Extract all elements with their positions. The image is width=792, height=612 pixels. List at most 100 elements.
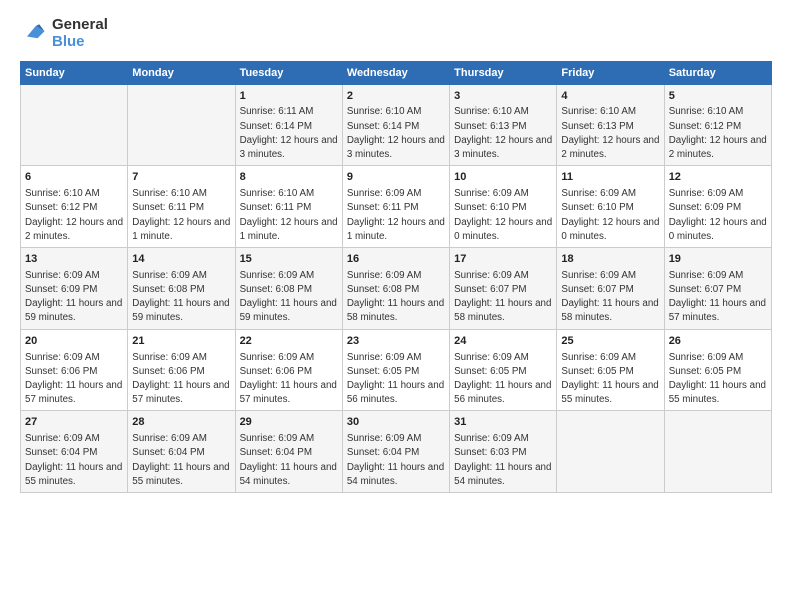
day-cell: 24 Sunrise: 6:09 AM Sunset: 6:05 PM Dayli… xyxy=(450,329,557,411)
day-detail: Sunrise: 6:09 AM Sunset: 6:05 PM Dayligh… xyxy=(347,352,444,406)
day-number: 24 xyxy=(454,334,552,349)
day-detail: Sunrise: 6:09 AM Sunset: 6:04 PM Dayligh… xyxy=(347,433,444,487)
day-detail: Sunrise: 6:09 AM Sunset: 6:03 PM Dayligh… xyxy=(454,433,551,487)
day-cell: 16 Sunrise: 6:09 AM Sunset: 6:08 PM Dayli… xyxy=(342,247,449,329)
header-row: General Blue xyxy=(20,16,772,51)
column-header-sunday: Sunday xyxy=(21,61,128,84)
day-detail: Sunrise: 6:09 AM Sunset: 6:07 PM Dayligh… xyxy=(561,270,658,324)
day-cell: 23 Sunrise: 6:09 AM Sunset: 6:05 PM Dayli… xyxy=(342,329,449,411)
day-detail: Sunrise: 6:09 AM Sunset: 6:09 PM Dayligh… xyxy=(669,188,767,242)
day-cell: 19Sunrise: 6:09 AM Sunset: 6:07 PM Dayli… xyxy=(664,247,771,329)
day-number: 21 xyxy=(132,334,230,349)
week-row-2: 13Sunrise: 6:09 AM Sunset: 6:09 PM Dayli… xyxy=(21,247,772,329)
day-number: 14 xyxy=(132,252,230,267)
day-detail: Sunrise: 6:09 AM Sunset: 6:05 PM Dayligh… xyxy=(561,352,658,406)
day-cell: 3 Sunrise: 6:10 AM Sunset: 6:13 PM Daylig… xyxy=(450,84,557,166)
day-cell: 22 Sunrise: 6:09 AM Sunset: 6:06 PM Dayli… xyxy=(235,329,342,411)
day-detail: Sunrise: 6:09 AM Sunset: 6:04 PM Dayligh… xyxy=(132,433,229,487)
day-cell: 4Sunrise: 6:10 AM Sunset: 6:13 PM Daylig… xyxy=(557,84,664,166)
day-cell: 26 Sunrise: 6:09 AM Sunset: 6:05 PM Dayli… xyxy=(664,329,771,411)
day-cell: 2 Sunrise: 6:10 AM Sunset: 6:14 PM Daylig… xyxy=(342,84,449,166)
day-cell: 27Sunrise: 6:09 AM Sunset: 6:04 PM Dayli… xyxy=(21,411,128,493)
day-number: 3 xyxy=(454,89,552,104)
day-number: 15 xyxy=(240,252,338,267)
day-number: 26 xyxy=(669,334,767,349)
day-detail: Sunrise: 6:11 AM Sunset: 6:14 PM Dayligh… xyxy=(240,106,338,160)
day-number: 8 xyxy=(240,170,338,185)
day-number: 9 xyxy=(347,170,445,185)
day-detail: Sunrise: 6:10 AM Sunset: 6:11 PM Dayligh… xyxy=(132,188,230,242)
day-number: 5 xyxy=(669,89,767,104)
week-row-1: 6 Sunrise: 6:10 AM Sunset: 6:12 PM Daylig… xyxy=(21,166,772,248)
day-cell xyxy=(128,84,235,166)
day-number: 22 xyxy=(240,334,338,349)
day-number: 2 xyxy=(347,89,445,104)
day-cell: 21Sunrise: 6:09 AM Sunset: 6:06 PM Dayli… xyxy=(128,329,235,411)
day-number: 31 xyxy=(454,415,552,430)
day-detail: Sunrise: 6:10 AM Sunset: 6:11 PM Dayligh… xyxy=(240,188,338,242)
column-header-wednesday: Wednesday xyxy=(342,61,449,84)
day-number: 18 xyxy=(561,252,659,267)
day-number: 11 xyxy=(561,170,659,185)
day-cell: 14 Sunrise: 6:09 AM Sunset: 6:08 PM Dayli… xyxy=(128,247,235,329)
day-detail: Sunrise: 6:10 AM Sunset: 6:13 PM Dayligh… xyxy=(561,106,659,160)
day-cell: 7 Sunrise: 6:10 AM Sunset: 6:11 PM Daylig… xyxy=(128,166,235,248)
day-detail: Sunrise: 6:09 AM Sunset: 6:11 PM Dayligh… xyxy=(347,188,445,242)
column-header-tuesday: Tuesday xyxy=(235,61,342,84)
day-cell: 20 Sunrise: 6:09 AM Sunset: 6:06 PM Dayli… xyxy=(21,329,128,411)
day-detail: Sunrise: 6:09 AM Sunset: 6:06 PM Dayligh… xyxy=(25,352,122,406)
day-detail: Sunrise: 6:09 AM Sunset: 6:07 PM Dayligh… xyxy=(454,270,551,324)
day-detail: Sunrise: 6:09 AM Sunset: 6:10 PM Dayligh… xyxy=(454,188,552,242)
day-detail: Sunrise: 6:10 AM Sunset: 6:12 PM Dayligh… xyxy=(669,106,767,160)
day-detail: Sunrise: 6:09 AM Sunset: 6:08 PM Dayligh… xyxy=(132,270,229,324)
day-detail: Sunrise: 6:10 AM Sunset: 6:14 PM Dayligh… xyxy=(347,106,445,160)
day-number: 30 xyxy=(347,415,445,430)
day-cell: 13Sunrise: 6:09 AM Sunset: 6:09 PM Dayli… xyxy=(21,247,128,329)
day-detail: Sunrise: 6:09 AM Sunset: 6:06 PM Dayligh… xyxy=(240,352,337,406)
day-number: 29 xyxy=(240,415,338,430)
day-detail: Sunrise: 6:09 AM Sunset: 6:09 PM Dayligh… xyxy=(25,270,122,324)
column-header-saturday: Saturday xyxy=(664,61,771,84)
week-row-4: 27Sunrise: 6:09 AM Sunset: 6:04 PM Dayli… xyxy=(21,411,772,493)
day-detail: Sunrise: 6:09 AM Sunset: 6:05 PM Dayligh… xyxy=(669,352,766,406)
day-detail: Sunrise: 6:09 AM Sunset: 6:04 PM Dayligh… xyxy=(240,433,337,487)
day-cell: 5 Sunrise: 6:10 AM Sunset: 6:12 PM Daylig… xyxy=(664,84,771,166)
calendar-table: SundayMondayTuesdayWednesdayThursdayFrid… xyxy=(20,61,772,494)
logo: General Blue xyxy=(20,16,108,51)
day-number: 1 xyxy=(240,89,338,104)
column-header-monday: Monday xyxy=(128,61,235,84)
day-cell: 18 Sunrise: 6:09 AM Sunset: 6:07 PM Dayli… xyxy=(557,247,664,329)
day-detail: Sunrise: 6:09 AM Sunset: 6:08 PM Dayligh… xyxy=(347,270,444,324)
day-number: 19 xyxy=(669,252,767,267)
day-number: 28 xyxy=(132,415,230,430)
day-number: 25 xyxy=(561,334,659,349)
day-cell: 9 Sunrise: 6:09 AM Sunset: 6:11 PM Daylig… xyxy=(342,166,449,248)
day-number: 10 xyxy=(454,170,552,185)
logo-text: General Blue xyxy=(52,16,108,51)
day-detail: Sunrise: 6:10 AM Sunset: 6:13 PM Dayligh… xyxy=(454,106,552,160)
day-cell xyxy=(557,411,664,493)
week-row-0: 1 Sunrise: 6:11 AM Sunset: 6:14 PM Daylig… xyxy=(21,84,772,166)
day-number: 16 xyxy=(347,252,445,267)
day-cell xyxy=(21,84,128,166)
day-detail: Sunrise: 6:09 AM Sunset: 6:04 PM Dayligh… xyxy=(25,433,122,487)
day-cell: 15 Sunrise: 6:09 AM Sunset: 6:08 PM Dayli… xyxy=(235,247,342,329)
day-cell xyxy=(664,411,771,493)
day-detail: Sunrise: 6:09 AM Sunset: 6:08 PM Dayligh… xyxy=(240,270,337,324)
day-cell: 28 Sunrise: 6:09 AM Sunset: 6:04 PM Dayli… xyxy=(128,411,235,493)
day-number: 20 xyxy=(25,334,123,349)
day-cell: 31 Sunrise: 6:09 AM Sunset: 6:03 PM Dayli… xyxy=(450,411,557,493)
day-detail: Sunrise: 6:10 AM Sunset: 6:12 PM Dayligh… xyxy=(25,188,123,242)
day-cell: 29 Sunrise: 6:09 AM Sunset: 6:04 PM Dayli… xyxy=(235,411,342,493)
logo-icon xyxy=(20,19,48,47)
day-detail: Sunrise: 6:09 AM Sunset: 6:10 PM Dayligh… xyxy=(561,188,659,242)
day-detail: Sunrise: 6:09 AM Sunset: 6:05 PM Dayligh… xyxy=(454,352,551,406)
day-cell: 30 Sunrise: 6:09 AM Sunset: 6:04 PM Dayli… xyxy=(342,411,449,493)
day-number: 23 xyxy=(347,334,445,349)
column-header-thursday: Thursday xyxy=(450,61,557,84)
day-cell: 12 Sunrise: 6:09 AM Sunset: 6:09 PM Dayli… xyxy=(664,166,771,248)
day-number: 6 xyxy=(25,170,123,185)
week-row-3: 20 Sunrise: 6:09 AM Sunset: 6:06 PM Dayli… xyxy=(21,329,772,411)
day-number: 12 xyxy=(669,170,767,185)
day-number: 7 xyxy=(132,170,230,185)
